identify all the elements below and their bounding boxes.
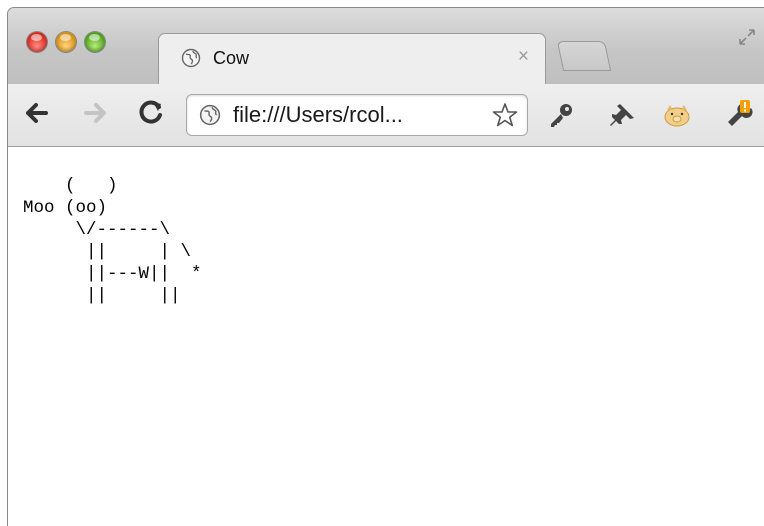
star-icon[interactable] — [491, 101, 519, 129]
tab-title: Cow — [213, 48, 250, 68]
fullscreen-icon[interactable] — [736, 26, 758, 48]
reload-icon[interactable] — [136, 98, 166, 128]
forward-arrow-icon[interactable] — [80, 98, 110, 128]
page-content: ( ) Moo (oo) \/------\ || | \ ||---W|| *… — [8, 147, 764, 526]
key-icon[interactable] — [546, 100, 576, 130]
zoom-window-button[interactable] — [85, 32, 105, 52]
title-bar: Cow × — [8, 8, 764, 86]
wrench-icon[interactable] — [724, 100, 754, 130]
address-bar[interactable]: file:///Users/rcol... — [186, 94, 528, 136]
globe-icon — [199, 104, 221, 126]
back-arrow-icon[interactable] — [22, 98, 52, 128]
globe-icon — [181, 48, 201, 68]
new-tab-button[interactable] — [556, 41, 612, 71]
tab-cow[interactable]: Cow × — [158, 33, 546, 86]
url-text[interactable]: file:///Users/rcol... — [233, 102, 403, 128]
minimize-window-button[interactable] — [56, 32, 76, 52]
pushpin-icon[interactable] — [608, 100, 638, 130]
pig-icon[interactable] — [662, 100, 692, 130]
close-window-button[interactable] — [27, 32, 47, 52]
toolbar: file:///Users/rcol... — [8, 84, 764, 147]
tab-close-icon[interactable]: × — [518, 46, 529, 68]
cow-ascii-art: ( ) Moo (oo) \/------\ || | \ ||---W|| *… — [23, 176, 202, 306]
browser-window: Cow × file:///Users/rcol... () Moo (oo)… — [7, 7, 764, 526]
